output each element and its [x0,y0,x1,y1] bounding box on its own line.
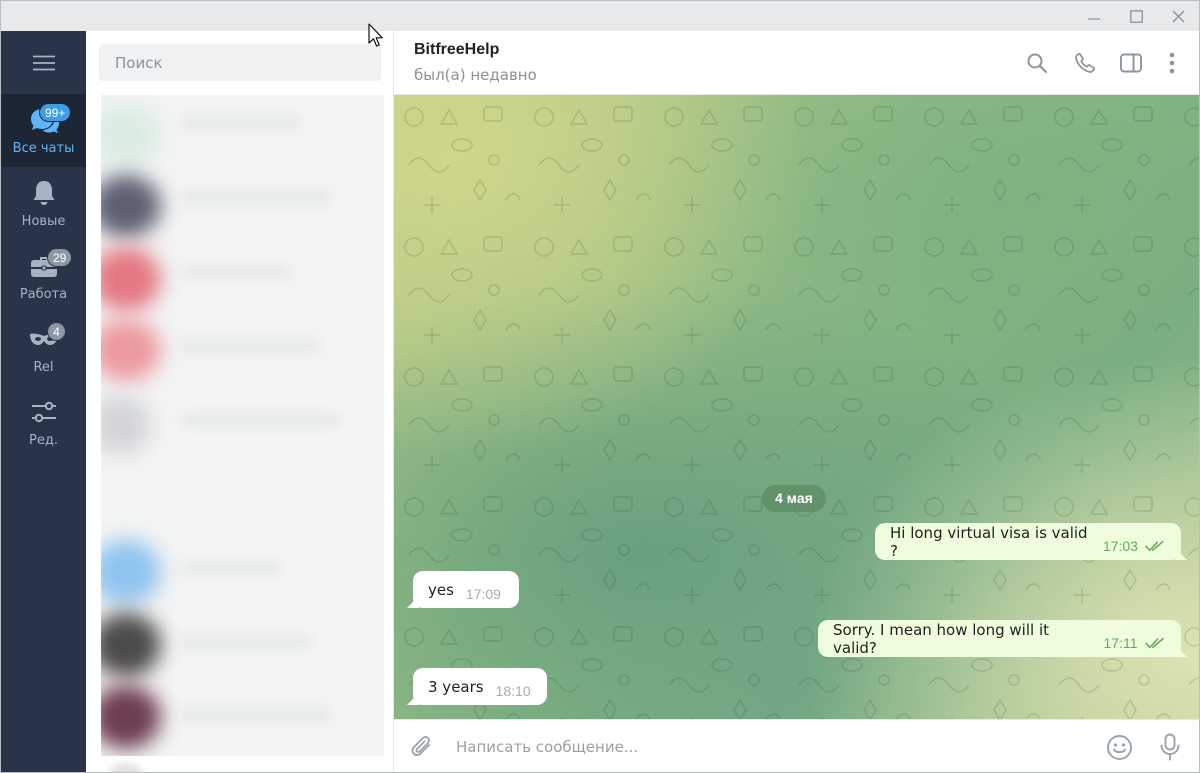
folder-label: Rel [33,360,54,375]
more-button[interactable] [1159,50,1185,76]
message-bubble-outgoing[interactable]: Sorry. I mean how long will it valid? 17… [818,620,1181,657]
unread-badge: 4 [47,322,66,341]
sidebar-toggle-icon [1120,53,1142,73]
hamburger-icon [32,55,55,70]
search-input[interactable] [99,44,381,81]
app-window: 99+ Все чаты Новые 29 Работа 4 Rel Ред. … [0,0,1200,773]
chat-header[interactable]: BitfreeHelp был(а) недавно [394,31,1199,95]
message-time: 17:09 [465,586,501,602]
folder-label: Все чаты [12,141,75,156]
search-button[interactable] [1024,50,1050,76]
unread-badge: 29 [47,248,73,267]
message-time: 17:11 [1103,635,1138,651]
read-ticks-icon [1144,637,1164,649]
folder-label: Ред. [29,433,58,448]
emoji-button[interactable] [1106,734,1133,765]
folder-label: Новые [21,214,66,229]
main-menu-button[interactable] [1,31,86,94]
message-time: 18:10 [495,683,531,699]
read-ticks-icon [1145,540,1164,551]
attach-button[interactable] [409,734,435,764]
more-icon [1169,52,1175,74]
emoji-icon [1107,735,1132,760]
title-bar [1,1,1199,31]
search-icon [1027,53,1047,73]
folder-edit[interactable]: Ред. [1,386,86,459]
folder-label: Работа [19,287,68,302]
chat-wallpaper: 4 мая Hi long virtual visa is valid ? 17… [394,95,1199,719]
microphone-icon [1160,733,1180,761]
blurred-chat-list [101,95,384,756]
folder-rel[interactable]: 4 Rel [1,313,86,386]
folder-work[interactable]: 29 Работа [1,240,86,313]
message-composer [394,719,1199,772]
message-text: 3 years [428,677,484,696]
folder-new[interactable]: Новые [1,167,86,240]
chat-status: был(а) недавно [414,66,537,84]
phone-icon [1075,53,1095,73]
chat-title[interactable]: BitfreeHelp [414,41,499,59]
folder-all-chats[interactable]: 99+ Все чаты [1,94,86,167]
sliders-icon [32,401,56,423]
folder-sidebar: 99+ Все чаты Новые 29 Работа 4 Rel Ред. [1,31,86,772]
mouse-cursor-icon [368,23,383,47]
date-separator: 4 мая [762,485,826,512]
minimize-icon [1088,18,1100,20]
avatar [106,763,146,772]
bell-icon [33,181,55,205]
message-text: Hi long virtual visa is valid ? [890,523,1088,560]
message-bubble-incoming[interactable]: yes 17:09 [413,571,519,608]
message-text: yes [428,580,454,599]
paperclip-icon [411,736,430,756]
message-bubble-incoming[interactable]: 3 years 18:10 [413,668,547,705]
close-icon [1172,10,1184,22]
message-bubble-outgoing[interactable]: Hi long virtual visa is valid ? 17:03 [875,523,1181,560]
maximize-button[interactable] [1115,1,1157,31]
message-text: Sorry. I mean how long will it valid? [833,620,1049,657]
voice-message-button[interactable] [1159,733,1181,765]
maximize-icon [1129,9,1143,23]
message-input[interactable] [456,730,1076,764]
unread-badge: 99+ [39,103,72,122]
minimize-button[interactable] [1073,1,1115,31]
sidebar-toggle-button[interactable] [1118,50,1144,76]
chat-list-panel [86,31,394,772]
close-button[interactable] [1157,1,1199,31]
chat-panel: BitfreeHelp был(а) недавно 4 мая Hi long… [394,31,1199,772]
message-time: 17:03 [1102,538,1138,554]
call-button[interactable] [1072,50,1098,76]
